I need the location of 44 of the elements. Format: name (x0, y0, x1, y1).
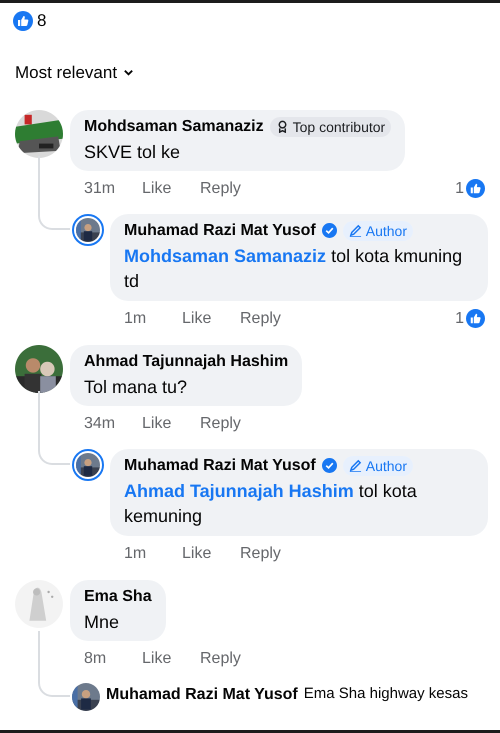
reaction-count: 8 (37, 10, 46, 32)
comment-text: Tol mana tu? (84, 376, 188, 398)
reply-link[interactable]: Reply (240, 544, 281, 564)
commenter-name[interactable]: Ema Sha (84, 586, 152, 606)
like-count: 1 (455, 308, 464, 328)
reply-link[interactable]: Reply (200, 178, 241, 198)
like-link[interactable]: Like (182, 308, 240, 328)
like-link[interactable]: Like (142, 414, 200, 434)
award-icon (276, 120, 289, 133)
like-link[interactable]: Like (142, 178, 200, 198)
timestamp: 8m (84, 648, 108, 668)
timestamp: 31m (84, 178, 116, 198)
mention-link[interactable]: Mohdsaman Samanaziz (124, 246, 326, 266)
timestamp: 34m (84, 414, 116, 434)
commenter-name[interactable]: Mohdsaman Samanaziz (84, 116, 264, 136)
reply-link[interactable]: Reply (200, 414, 241, 434)
reply-link[interactable]: Reply (200, 648, 241, 668)
like-icon (13, 10, 33, 31)
comment-text: Mne (84, 610, 120, 634)
comment-text: Mohdsaman Samanaziz tol kota kmuning td (124, 244, 464, 292)
commenter-name[interactable]: Ahmad Tajunnajah Hashim (84, 352, 288, 372)
pencil-icon (348, 459, 362, 472)
timestamp: 1m (124, 308, 148, 328)
badge-label: Top contributor (292, 118, 386, 136)
comment-text: Ahmad Tajunnajah Hashim tol kota kemuning (124, 480, 418, 528)
mention-link[interactable]: Ahmad Tajunnajah Hashim (124, 480, 354, 500)
commenter-name[interactable]: Muhamad Razi Mat Yusof (106, 682, 298, 706)
reply-preview[interactable]: Ema Sha highway kesas (304, 683, 468, 706)
commenter-name[interactable]: Muhamad Razi Mat Yusof (124, 220, 316, 240)
sort-dropdown[interactable]: Most relevant (0, 62, 150, 84)
thread-line (38, 630, 70, 696)
chevron-down-icon (123, 67, 134, 78)
commenter-name[interactable]: Muhamad Razi Mat Yusof (124, 456, 316, 476)
badge-label: Author (366, 456, 407, 474)
badge-label: Author (366, 222, 407, 240)
timestamp: 1m (124, 544, 148, 564)
like-icon (466, 179, 485, 198)
like-icon (466, 309, 485, 328)
reply-link[interactable]: Reply (240, 308, 281, 328)
like-link[interactable]: Like (182, 544, 240, 564)
like-link[interactable]: Like (142, 648, 200, 668)
pencil-icon (348, 224, 362, 237)
like-count: 1 (455, 178, 464, 198)
comment-text: SKVE tol ke (84, 140, 182, 164)
